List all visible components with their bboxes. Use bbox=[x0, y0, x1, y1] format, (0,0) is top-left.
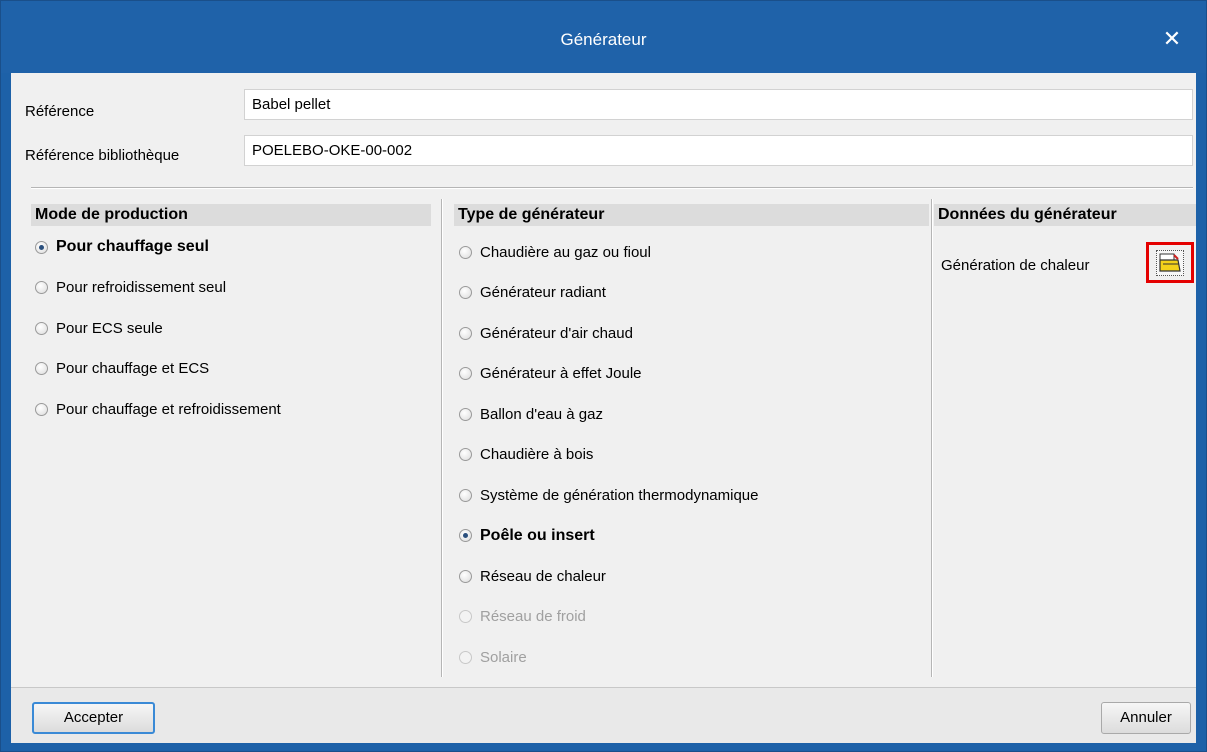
production-mode-option-label: Pour chauffage seul bbox=[56, 238, 209, 255]
radio-button-icon[interactable] bbox=[459, 529, 472, 542]
production-mode-option-label: Pour chauffage et refroidissement bbox=[56, 400, 281, 418]
generator-type-option[interactable]: Générateur à effet Joule bbox=[459, 363, 642, 385]
production-mode-option[interactable]: Pour chauffage seul bbox=[35, 236, 209, 258]
radio-button-icon[interactable] bbox=[35, 402, 48, 416]
accept-button[interactable]: Accepter bbox=[32, 702, 155, 734]
library-reference-label: Référence bibliothèque bbox=[25, 147, 180, 164]
generator-type-option[interactable]: Chaudière au gaz ou fioul bbox=[459, 241, 651, 263]
cancel-button[interactable]: Annuler bbox=[1101, 702, 1191, 734]
generator-type-option-label: Chaudière au gaz ou fioul bbox=[480, 243, 651, 261]
generator-type-option-label: Générateur à effet Joule bbox=[480, 365, 642, 382]
generator-data-heading: Données du générateur bbox=[934, 204, 1196, 226]
column-separator bbox=[441, 199, 443, 677]
generator-type-option-label: Système de génération thermodynamique bbox=[480, 486, 759, 504]
radio-button-icon[interactable] bbox=[35, 321, 48, 335]
production-mode-option-label: Pour refroidissement seul bbox=[56, 279, 227, 296]
reference-label: Référence bbox=[25, 103, 95, 120]
close-icon[interactable]: ✕ bbox=[1158, 25, 1186, 53]
generator-type-option-label: Générateur radiant bbox=[480, 284, 606, 301]
production-mode-option[interactable]: Pour ECS seule bbox=[35, 317, 163, 339]
radio-button-icon[interactable] bbox=[459, 367, 472, 380]
library-reference-input[interactable] bbox=[244, 135, 1193, 166]
radio-button-icon[interactable] bbox=[35, 281, 48, 294]
heat-generation-label: Génération de chaleur bbox=[941, 257, 1090, 274]
generator-type-heading: Type de générateur bbox=[454, 204, 929, 226]
production-mode-heading: Mode de production bbox=[31, 204, 431, 226]
generator-type-option[interactable]: Chaudière à bois bbox=[459, 444, 593, 466]
generator-type-option-label: Réseau de froid bbox=[480, 608, 586, 625]
radio-button-icon bbox=[459, 650, 472, 664]
radio-button-icon[interactable] bbox=[459, 569, 472, 583]
generator-type-option[interactable]: Système de génération thermodynamique bbox=[459, 484, 759, 506]
generator-type-option[interactable]: Poêle ou insert bbox=[459, 525, 595, 547]
radio-button-icon[interactable] bbox=[459, 286, 472, 299]
generator-type-option-label: Chaudière à bois bbox=[480, 446, 594, 463]
edit-folder-icon bbox=[1156, 250, 1184, 276]
production-mode-option-label: Pour chauffage et ECS bbox=[56, 360, 210, 377]
radio-button-icon[interactable] bbox=[459, 407, 472, 421]
generator-type-option-label: Générateur d'air chaud bbox=[480, 324, 633, 342]
generator-type-option: Réseau de froid bbox=[459, 606, 586, 628]
generator-type-option[interactable]: Générateur d'air chaud bbox=[459, 322, 633, 344]
generator-type-option[interactable]: Réseau de chaleur bbox=[459, 565, 606, 587]
radio-button-icon[interactable] bbox=[35, 362, 48, 375]
generator-type-option-label: Ballon d'eau à gaz bbox=[480, 405, 603, 423]
generator-type-option[interactable]: Ballon d'eau à gaz bbox=[459, 403, 603, 425]
reference-input[interactable] bbox=[244, 89, 1193, 120]
radio-button-icon[interactable] bbox=[35, 240, 48, 254]
dialog-title: Générateur bbox=[560, 30, 647, 49]
generator-type-option-label: Réseau de chaleur bbox=[480, 567, 606, 585]
generator-type-option[interactable]: Générateur radiant bbox=[459, 282, 606, 304]
production-mode-option[interactable]: Pour chauffage et ECS bbox=[35, 358, 209, 380]
column-separator bbox=[931, 199, 933, 677]
generator-type-option: Solaire bbox=[459, 646, 527, 668]
dialog-body: Référence Référence bibliothèque Mode de… bbox=[11, 73, 1196, 743]
radio-button-icon[interactable] bbox=[459, 245, 472, 259]
title-bar[interactable]: Générateur ✕ bbox=[1, 1, 1206, 73]
production-mode-option[interactable]: Pour chauffage et refroidissement bbox=[35, 398, 281, 420]
radio-button-icon[interactable] bbox=[459, 448, 472, 461]
radio-button-icon[interactable] bbox=[459, 326, 472, 340]
generator-type-option-label: Solaire bbox=[480, 648, 527, 666]
heat-generation-edit-button[interactable] bbox=[1146, 242, 1194, 283]
radio-button-icon[interactable] bbox=[459, 488, 472, 502]
production-mode-option[interactable]: Pour refroidissement seul bbox=[35, 277, 226, 299]
production-mode-option-label: Pour ECS seule bbox=[56, 319, 163, 337]
radio-button-icon bbox=[459, 610, 472, 623]
separator bbox=[31, 187, 1193, 189]
generator-type-option-label: Poêle ou insert bbox=[480, 526, 595, 544]
footer: Accepter Annuler bbox=[11, 688, 1196, 743]
generator-dialog: Générateur ✕ Référence Référence bibliot… bbox=[0, 0, 1207, 752]
